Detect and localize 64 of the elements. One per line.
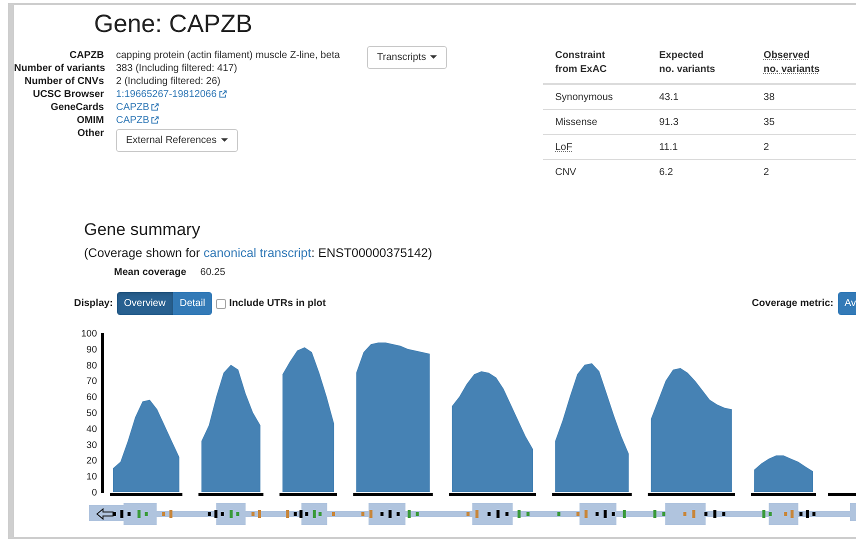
table-cell: 43.1 (647, 84, 752, 110)
coverage-area (754, 455, 813, 492)
tick-label: 80 (86, 360, 97, 372)
external-references-dropdown[interactable]: External References (116, 129, 238, 152)
column-header: Constraint from ExAC (543, 49, 648, 84)
column-header: Expected no. variants (647, 49, 752, 84)
table-cell: 2 (752, 160, 856, 184)
tick-label: 40 (86, 424, 97, 435)
caret-icon (430, 55, 438, 60)
info-label: CAPZB (68, 49, 104, 62)
exon-bar (279, 493, 338, 496)
page-title: Gene: CAPZB (94, 9, 254, 39)
info-label: GeneCards (50, 101, 104, 114)
table-cell: LoF (543, 134, 648, 160)
table-cell: Missense (543, 110, 648, 134)
info-label: Other (76, 127, 104, 141)
table-cell: 91.3 (647, 110, 752, 134)
transcripts-dropdown[interactable]: Transcripts (367, 46, 448, 69)
coverage-metric-label: Coverage metric: (752, 298, 834, 309)
section-title: Gene summary (84, 220, 202, 240)
tick-label: 100 (81, 328, 97, 340)
table-cell: 11.1 (647, 134, 752, 160)
mean-coverage-label: Mean coverage (114, 267, 186, 278)
table-cell: Synonymous (543, 84, 648, 110)
coverage-metric-button[interactable]: Av (838, 292, 856, 315)
mean-coverage-value: 60.25 (200, 267, 226, 278)
tick-label: 0 (92, 488, 97, 498)
caret-icon (220, 138, 228, 142)
exon-bar (828, 493, 856, 496)
tick-label: 10 (86, 472, 97, 483)
display-toggle[interactable]: Overview (116, 292, 173, 315)
tick-label: 70 (86, 376, 97, 388)
display-label: Display: (74, 298, 113, 309)
column-header: Observed no. variants (752, 49, 856, 84)
table-cell: 6.2 (647, 160, 752, 184)
info-value: 383 (Including filtered: 417) (116, 62, 238, 75)
info-label: UCSC Browser (32, 88, 104, 101)
table-cell: 2 (752, 134, 856, 160)
external-link-icon (151, 116, 160, 124)
checkbox-label: Include UTRs in plot (229, 298, 326, 309)
tick-label: 50 (86, 408, 97, 419)
tick-label: 30 (86, 440, 97, 451)
exon-bar (751, 493, 816, 496)
external-link-icon (151, 103, 160, 111)
external-link-icon (218, 90, 227, 98)
tick-label: 60 (86, 392, 97, 404)
tick-label: 20 (86, 456, 97, 467)
display-toggle[interactable]: Detail (172, 292, 212, 315)
info-label: Number of variants (14, 62, 104, 75)
exon-bar (198, 493, 264, 496)
canonical-transcript-link[interactable]: canonical transcript (204, 246, 312, 260)
table-cell: 38 (752, 84, 856, 110)
info-link[interactable]: CAPZB (116, 115, 150, 126)
coverage-note: (Coverage shown for canonical transcript: ENST00000375142) (84, 246, 434, 260)
info-value: capping protein (actin filament) muscle Z-line, beta (116, 49, 340, 62)
table-cell: 35 (752, 110, 856, 134)
info-label: Number of CNVs (24, 75, 104, 88)
info-link[interactable]: 1:19665267-19812066 (116, 89, 217, 100)
info-label: OMIM (76, 114, 104, 127)
info-value: 2 (Including filtered: 26) (116, 75, 222, 88)
tick-label: 90 (86, 344, 97, 356)
table-cell: CNV (543, 160, 648, 184)
info-link[interactable]: CAPZB (116, 102, 150, 113)
checkbox[interactable] (216, 298, 226, 308)
